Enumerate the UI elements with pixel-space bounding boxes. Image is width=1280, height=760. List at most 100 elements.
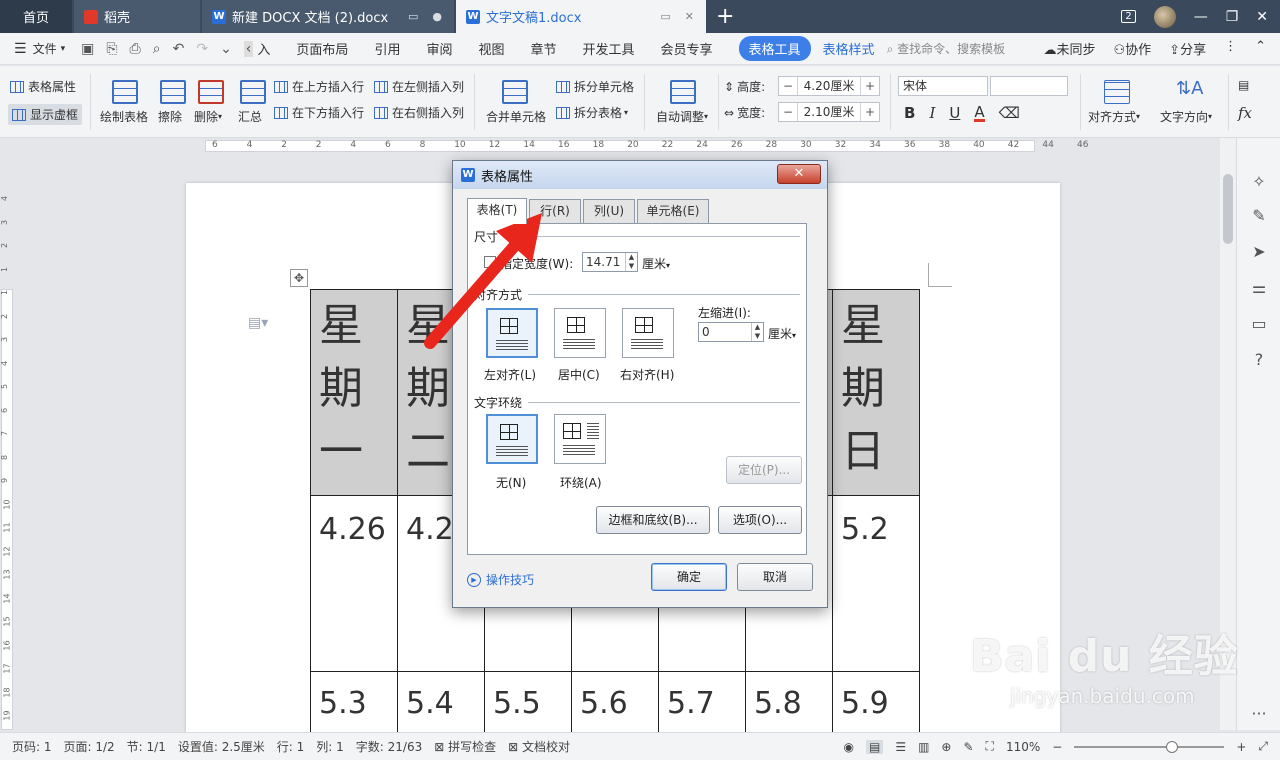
minus-icon[interactable]: − [779, 79, 797, 93]
insert-right-button[interactable]: 在右侧插入列 [374, 104, 464, 121]
monitor-icon[interactable]: ▭ [660, 10, 670, 23]
font-color-icon[interactable]: A [974, 104, 985, 122]
italic-icon[interactable]: I [929, 104, 935, 122]
print-preview-icon[interactable]: ⌕ [153, 41, 161, 57]
window-count-badge[interactable]: 2 [1121, 10, 1136, 23]
tab-home[interactable]: 首页 [0, 0, 72, 33]
calc-icon[interactable]: ▤ [1238, 78, 1249, 92]
summary-button[interactable]: 汇总 [238, 108, 262, 125]
menu-item-developer[interactable]: 开发工具 [583, 39, 635, 58]
table-move-handle-icon[interactable]: ✥ [290, 269, 308, 287]
width-value[interactable]: 2.10厘米 [797, 103, 861, 121]
dot-icon[interactable]: ● [432, 10, 442, 23]
sliders-icon[interactable]: ⚌ [1249, 278, 1269, 298]
options-button[interactable]: 选项(O)... [718, 506, 802, 534]
align-button[interactable]: 对齐方式 ▾ [1088, 108, 1140, 125]
help-icon[interactable]: ? [1249, 350, 1269, 370]
collapse-ribbon-icon[interactable]: ⌃ [1255, 39, 1266, 58]
menu-item-view[interactable]: 视图 [478, 39, 504, 58]
insert-left-button[interactable]: 在左侧插入列 [374, 78, 464, 95]
eye-icon[interactable]: ◉ [843, 740, 853, 754]
share-button[interactable]: ⇪分享 [1169, 39, 1206, 58]
print-icon[interactable]: ⎙ [130, 41, 141, 57]
status-col[interactable]: 列: 1 [316, 738, 344, 755]
show-grid-button[interactable]: 显示虚框 [8, 104, 83, 125]
page-view-icon[interactable]: ▤ [865, 739, 884, 754]
underline-icon[interactable]: U [949, 104, 960, 122]
align-right-option[interactable] [622, 308, 674, 358]
text-direction-button[interactable]: 文字方向 ▾ [1160, 108, 1212, 125]
status-section[interactable]: 节: 1/1 [127, 738, 166, 755]
wrap-none-option[interactable] [486, 414, 538, 464]
inbox-icon[interactable]: ▭ [1249, 314, 1269, 334]
vertical-ruler[interactable]: 4 3 2 1 1 2 3 4 5 6 7 8 9 10 11 12 13 14 15 16 17 18 19 [0, 154, 14, 730]
magic-icon[interactable]: ✧ [1249, 172, 1269, 192]
table-cell[interactable]: 5.2 [832, 495, 920, 672]
spell-check-button[interactable]: ⊠ 拼写检查 [434, 738, 496, 755]
more-dots-icon[interactable]: ··· [1249, 704, 1269, 724]
minus-icon[interactable]: − [779, 105, 797, 119]
undo-icon[interactable]: ↶ [173, 41, 185, 57]
table-header-cell[interactable]: 星期一 [310, 289, 398, 496]
save-icon[interactable]: ▣ [81, 41, 94, 57]
tab-table[interactable]: 表格(T) [467, 198, 527, 224]
left-indent-input[interactable]: 0 ▲ ▼ [698, 322, 764, 342]
avatar[interactable] [1153, 5, 1176, 28]
status-page[interactable]: 页面: 1/2 [64, 738, 115, 755]
expand-icon[interactable]: ⤢ [1258, 739, 1268, 754]
auto-fit-button[interactable]: 自动调整 ▾ [656, 108, 708, 125]
format-painter-icon[interactable]: ⎘ [106, 41, 117, 57]
read-view-icon[interactable]: ▥ [918, 740, 929, 754]
status-page-code[interactable]: 页码: 1 [12, 738, 52, 755]
menu-item-page-layout[interactable]: 页面布局 [296, 39, 348, 58]
web-view-icon[interactable]: ⊕ [941, 740, 951, 754]
menu-item-review[interactable]: 审阅 [426, 39, 452, 58]
width-stepper[interactable]: −2.10厘米 + [778, 102, 880, 122]
split-table-button[interactable]: 拆分表格 ▾ [556, 104, 628, 121]
height-value[interactable]: 4.20厘米 [797, 77, 861, 95]
status-setting[interactable]: 设置值: 2.5厘米 [178, 738, 265, 755]
collab-button[interactable]: ⚇协作 [1114, 39, 1152, 58]
plus-icon[interactable]: + [861, 79, 879, 93]
tips-link[interactable]: ▶ 操作技巧 [467, 571, 534, 588]
pen-icon[interactable]: ✎ [1249, 206, 1269, 226]
align-left-option[interactable] [486, 308, 538, 358]
specify-width-checkbox[interactable] [484, 256, 496, 268]
tab-cell[interactable]: 单元格(E) [637, 199, 709, 223]
monitor-icon[interactable]: ▭ [408, 10, 418, 23]
minimize-icon[interactable]: — [1194, 9, 1208, 25]
menu-item-member[interactable]: 会员专享 [661, 39, 713, 58]
menu-item-references[interactable]: 引用 [374, 39, 400, 58]
table-width-input[interactable]: 14.71 ▲ ▼ [582, 252, 638, 272]
zoom-out-icon[interactable]: − [1052, 740, 1062, 754]
scrollbar-thumb[interactable] [1223, 174, 1233, 244]
plus-icon[interactable]: + [861, 105, 879, 119]
status-row[interactable]: 行: 1 [277, 738, 305, 755]
tab-doc-2[interactable]: W 文字文稿1.docx ▭ ✕ [456, 0, 706, 33]
table-header-cell[interactable]: 星期日 [832, 289, 920, 496]
menu-item-chapter[interactable]: 章节 [530, 39, 556, 58]
file-menu[interactable]: ☰ 文件 ▾ [14, 40, 65, 57]
paragraph-menu-icon[interactable]: ▤▾ [248, 315, 268, 331]
proofread-button[interactable]: ⊠ 文档校对 [508, 738, 570, 755]
tab-daoke[interactable]: 稻壳 [74, 0, 200, 33]
wrap-around-option[interactable] [554, 414, 606, 464]
scroll-left-icon[interactable]: ‹ [243, 40, 254, 57]
draw-table-button[interactable]: 绘制表格 [100, 108, 148, 125]
write-view-icon[interactable]: ✎ [963, 740, 973, 754]
table-cell[interactable]: 4.26 [310, 495, 398, 672]
close-window-icon[interactable]: ✕ [1256, 9, 1268, 25]
insert-below-button[interactable]: 在下方插入行 [274, 104, 364, 121]
indent-unit-select[interactable]: 厘米▾ [768, 325, 796, 342]
delete-button[interactable]: 删除 ▾ [194, 108, 222, 125]
menu-item-start[interactable]: 入 [257, 39, 270, 58]
insert-above-button[interactable]: 在上方插入行 [274, 78, 364, 95]
zoom-slider-knob[interactable] [1166, 740, 1179, 753]
menu-item-table-style[interactable]: 表格样式 [823, 39, 875, 58]
zoom-slider[interactable] [1074, 740, 1225, 753]
zoom-in-icon[interactable]: + [1236, 740, 1246, 754]
close-icon[interactable]: ✕ [685, 10, 694, 23]
formula-icon[interactable]: fx [1238, 104, 1252, 122]
font-name-select[interactable]: 宋体 [898, 76, 988, 96]
cancel-button[interactable]: 取消 [737, 563, 813, 591]
